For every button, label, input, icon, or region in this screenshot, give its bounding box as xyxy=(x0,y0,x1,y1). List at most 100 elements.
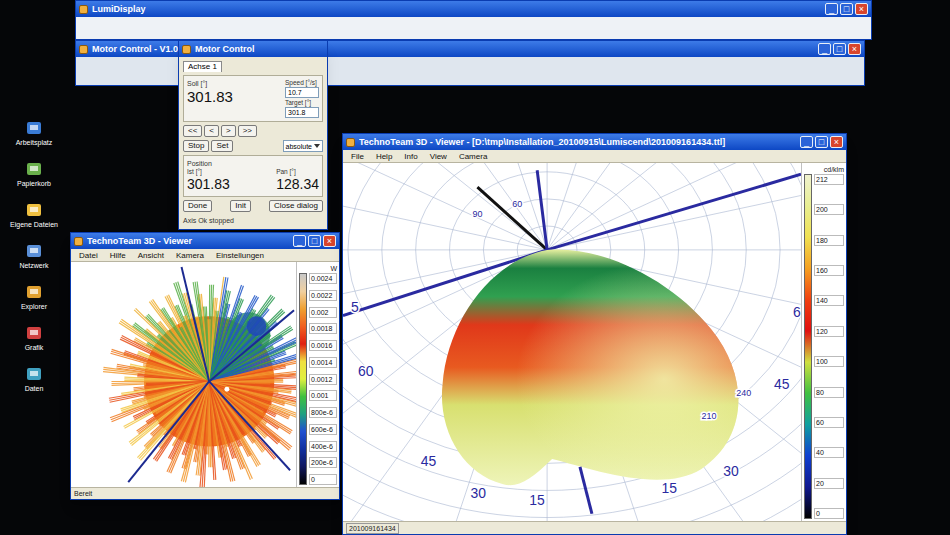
window-control-button[interactable]: × xyxy=(848,43,861,55)
polar-plot[interactable]: 56045301515304569060210240 xyxy=(343,163,801,521)
svg-text:45: 45 xyxy=(421,453,437,469)
motor-dialog: Motor ControlAchse 1Soll [°]301.83Speed … xyxy=(178,40,328,230)
title-bar[interactable]: Motor Control xyxy=(179,41,327,57)
window-title: TechnoTeam 3D - Viewer - [D:\tmp\Install… xyxy=(359,136,796,148)
window-control-button[interactable]: □ xyxy=(840,3,853,15)
svg-text:6: 6 xyxy=(793,304,801,320)
desktop-icon[interactable]: Netzwerk xyxy=(19,243,48,270)
menu-item[interactable]: View xyxy=(430,151,447,162)
fiber-lines xyxy=(103,277,296,487)
dialog-button[interactable]: Init xyxy=(230,200,251,212)
desktop-icon[interactable]: Explorer xyxy=(21,284,47,311)
window-title: LumiDisplay xyxy=(92,3,821,15)
desktop-icon[interactable]: Arbeitsplatz xyxy=(16,120,53,147)
spin-field[interactable]: 10.7 xyxy=(285,87,319,98)
menu-item[interactable]: File xyxy=(351,151,364,162)
dialog-button[interactable]: Done xyxy=(183,200,212,212)
window-control-button[interactable]: × xyxy=(855,3,868,15)
window-control-button[interactable]: × xyxy=(323,235,336,247)
scatter-plot[interactable] xyxy=(71,262,296,487)
window-control-button[interactable]: □ xyxy=(833,43,846,55)
legend-tick: 120 xyxy=(814,326,844,337)
window-control-button[interactable]: _ xyxy=(800,136,813,148)
dialog-tab[interactable]: Achse 1 xyxy=(183,61,222,72)
legend-tick: 140 xyxy=(814,295,844,306)
desktop-icons: Arbeitsplatz Papierkorb Eigene Dateien Netz… xyxy=(4,120,64,393)
dialog-button[interactable]: > xyxy=(221,125,236,137)
window-controls: _□× xyxy=(818,43,861,55)
axis-line xyxy=(209,310,294,381)
desktop-icon[interactable]: Papierkorb xyxy=(17,161,51,188)
legend-gradient xyxy=(804,174,812,519)
legend-tick: 0.0012 xyxy=(309,374,337,385)
menu-item[interactable]: Camera xyxy=(459,151,487,162)
window-control-button[interactable]: _ xyxy=(825,3,838,15)
app-icon xyxy=(346,138,355,147)
window-control-button[interactable]: _ xyxy=(818,43,831,55)
legend-tick: 100 xyxy=(814,356,844,367)
legend-tick: 212 xyxy=(814,174,844,185)
menu-bar: File Help Info View Camera xyxy=(343,150,846,163)
desktop-icon[interactable]: Daten xyxy=(25,366,44,393)
dialog-button[interactable]: Stop xyxy=(183,140,209,152)
axis-line xyxy=(547,174,801,250)
dialog-button[interactable]: << xyxy=(183,125,202,137)
svg-text:210: 210 xyxy=(701,411,716,421)
svg-text:30: 30 xyxy=(723,463,739,479)
back-window: LumiDisplay _□× xyxy=(75,0,872,40)
dialog-button[interactable]: >> xyxy=(238,125,257,137)
legend-tick: 0 xyxy=(309,474,337,485)
legend-tick: 200 xyxy=(814,204,844,215)
menu-item[interactable]: Ansicht xyxy=(138,250,164,261)
menu-item[interactable]: Kamera xyxy=(176,250,204,261)
legend-tick: 800e-6 xyxy=(309,407,337,418)
legend-tick: 180 xyxy=(814,235,844,246)
dialog-button[interactable]: Close dialog xyxy=(269,200,323,212)
fiber-sphere xyxy=(71,262,296,487)
legend-tick: 60 xyxy=(814,417,844,428)
position-group: PositionIst [°]301.83Pan [°]128.34 xyxy=(183,155,323,197)
svg-text:45: 45 xyxy=(774,376,790,392)
window-control-button[interactable]: □ xyxy=(815,136,828,148)
dropdown-caret-icon xyxy=(314,144,320,148)
color-legend: cd/klm212200180160140120100806040200 xyxy=(801,163,846,521)
shortcut-icon xyxy=(26,161,42,177)
window-control-button[interactable]: □ xyxy=(308,235,321,247)
legend-tick: 0.0016 xyxy=(309,340,337,351)
legend-tick: 400e-6 xyxy=(309,441,337,452)
shortcut-icon xyxy=(26,284,42,300)
menu-item[interactable]: Datei xyxy=(79,250,98,261)
svg-text:240: 240 xyxy=(736,388,751,398)
menu-item[interactable]: Info xyxy=(404,151,417,162)
title-bar[interactable]: TechnoTeam 3D - Viewer - [D:\tmp\Install… xyxy=(343,134,846,150)
legend-tick: 0.0024 xyxy=(309,273,337,284)
dialog-status: Axis Ok stopped xyxy=(183,216,323,225)
legend-tick: 0.0014 xyxy=(309,357,337,368)
shortcut-icon xyxy=(26,120,42,136)
spin-field[interactable]: 301.8 xyxy=(285,107,319,118)
title-bar[interactable]: LumiDisplay _□× xyxy=(76,1,871,17)
axis-line xyxy=(537,170,547,250)
polar-labels: 56045301515304569060210240 xyxy=(351,199,801,508)
legend-gradient xyxy=(299,273,307,485)
dialog-button[interactable]: Set xyxy=(211,140,233,152)
window-controls: _□× xyxy=(293,235,336,247)
desktop-icon[interactable]: Grafik xyxy=(25,325,44,352)
menu-item[interactable]: Help xyxy=(376,151,392,162)
legend-tick: 0.0022 xyxy=(309,290,337,301)
position-value: 301.83 xyxy=(187,176,230,193)
axis-line xyxy=(182,267,210,381)
title-bar[interactable]: TechnoTeam 3D - Viewer_□× xyxy=(71,233,339,249)
app-icon xyxy=(79,45,88,54)
legend-tick: 600e-6 xyxy=(309,424,337,435)
legend-tick: 20 xyxy=(814,478,844,489)
menu-item[interactable]: Einstellungen xyxy=(216,250,264,261)
menu-item[interactable]: Hilfe xyxy=(110,250,126,261)
desktop-icon[interactable]: Eigene Dateien xyxy=(10,202,58,229)
svg-text:15: 15 xyxy=(529,492,545,508)
dialog-button[interactable]: < xyxy=(204,125,219,137)
window-control-button[interactable]: × xyxy=(830,136,843,148)
window-control-button[interactable]: _ xyxy=(293,235,306,247)
mode-select[interactable]: absolute xyxy=(283,140,323,152)
legend-unit: cd/klm xyxy=(804,165,844,174)
